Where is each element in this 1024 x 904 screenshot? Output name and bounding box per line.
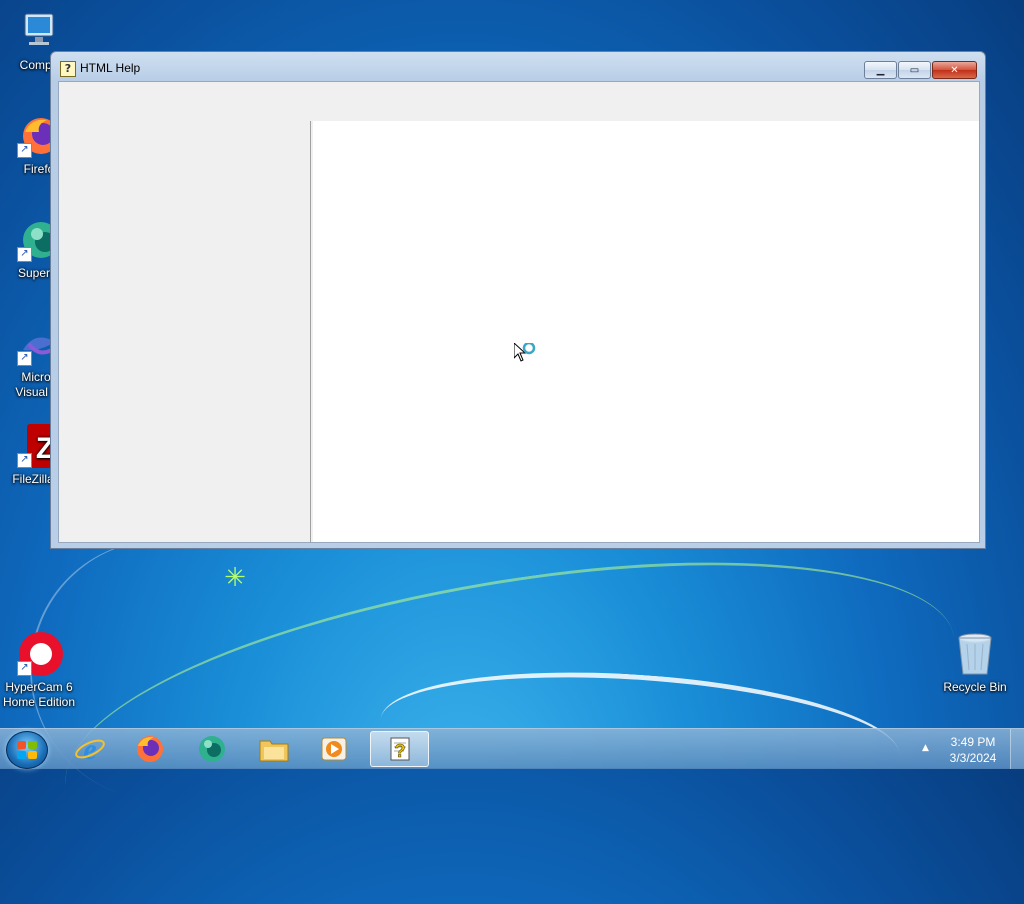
shortcut-arrow-icon: ↗ (17, 661, 32, 676)
recycle-bin-icon (951, 630, 999, 678)
maximize-button[interactable]: ▭ (898, 61, 931, 79)
taskbar: e ? ▲ 3:49 PM 3/3/2024 (0, 728, 1024, 769)
html-help-window: ? HTML Help ▁ ▭ ✕ (50, 51, 986, 549)
shortcut-arrow-icon: ↗ (17, 453, 32, 468)
taskbar-item-media-player[interactable] (306, 731, 362, 767)
internet-explorer-icon: e (75, 733, 105, 765)
folder-icon (259, 740, 289, 762)
minimize-icon: ▁ (876, 64, 885, 76)
windows-logo-icon (17, 741, 37, 759)
show-hidden-icons-arrow-icon[interactable]: ▲ (922, 743, 929, 753)
hypercam-icon: ↗ (15, 630, 63, 678)
start-button[interactable] (6, 731, 48, 769)
busy-cursor-icon (513, 341, 538, 367)
navigation-pane[interactable] (59, 121, 310, 542)
taskbar-item-file-explorer[interactable] (246, 731, 302, 767)
show-desktop-button[interactable] (1010, 729, 1024, 769)
topic-content-pane[interactable] (313, 121, 979, 542)
taskbar-item-supermium[interactable] (184, 731, 240, 767)
firefox-icon (137, 736, 163, 762)
taskbar-item-internet-explorer[interactable]: e (62, 731, 118, 767)
help-file-icon: ? (390, 737, 409, 761)
shortcut-arrow-icon: ↗ (17, 351, 32, 366)
shortcut-arrow-icon: ↗ (17, 247, 32, 262)
window-titlebar[interactable]: ? HTML Help ▁ ▭ ✕ (51, 52, 985, 82)
svg-text:e: e (83, 733, 96, 765)
clock-time: 3:49 PM (950, 735, 996, 749)
svg-text:?: ? (394, 741, 405, 761)
close-button[interactable]: ✕ (932, 61, 977, 79)
desktop-icon-hypercam[interactable]: ↗ HyperCam 6 Home Edition (0, 630, 78, 710)
window-client-area (58, 81, 980, 543)
media-player-icon (321, 737, 347, 761)
help-file-icon: ? (60, 61, 76, 77)
minimize-button[interactable]: ▁ (864, 61, 897, 79)
system-clock[interactable]: 3:49 PM 3/3/2024 (940, 734, 1006, 766)
window-controls: ▁ ▭ ✕ (864, 61, 977, 79)
desktop-icon-label: HyperCam 6 (5, 680, 73, 694)
window-title: HTML Help (80, 61, 141, 75)
maximize-icon: ▭ (909, 64, 920, 76)
taskbar-item-html-help[interactable]: ? (370, 731, 429, 767)
shortcut-arrow-icon: ↗ (17, 143, 32, 158)
computer-icon (15, 8, 63, 56)
desktop-icon-recycle-bin[interactable]: Recycle Bin (936, 630, 1014, 695)
taskbar-item-firefox[interactable] (122, 731, 178, 767)
wallpaper-sparkle-icon: ✳ (224, 563, 246, 593)
help-toolbar (59, 82, 979, 121)
clock-date: 3/3/2024 (949, 751, 997, 765)
close-icon: ✕ (950, 64, 959, 76)
supermium-icon (199, 736, 225, 762)
desktop-icon-label: Home Edition (2, 695, 76, 709)
desktop-icon-label: Recycle Bin (943, 680, 1007, 694)
